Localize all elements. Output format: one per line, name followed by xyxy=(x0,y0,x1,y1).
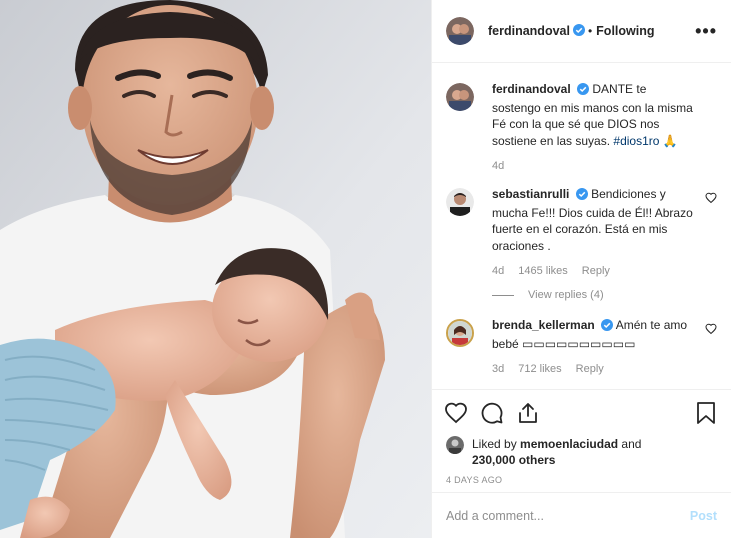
post-header: ferdinandoval • Following ••• xyxy=(432,0,731,63)
comment-reply-button[interactable]: Reply xyxy=(582,265,610,277)
likes-others[interactable]: 230,000 others xyxy=(472,453,555,467)
comment-like-heart-icon[interactable] xyxy=(705,192,717,207)
verified-badge-icon xyxy=(575,188,588,205)
liker-username[interactable]: memoenlaciudad xyxy=(520,437,618,451)
author-username[interactable]: ferdinandoval xyxy=(488,24,570,38)
caption-hashtag[interactable]: #dios1ro xyxy=(613,134,659,148)
following-button[interactable]: Following xyxy=(596,24,654,38)
comment-time[interactable]: 4d xyxy=(492,265,504,277)
comment-item: brenda_kellerman Amén te amo bebé ▭▭▭▭▭▭… xyxy=(446,317,717,375)
liker-avatar[interactable] xyxy=(446,436,464,454)
heart-icon[interactable] xyxy=(444,401,468,425)
caption-avatar[interactable] xyxy=(446,83,474,111)
more-options-icon[interactable]: ••• xyxy=(695,21,717,42)
comment-username[interactable]: sebastianrulli xyxy=(492,187,569,201)
comment-meta: 4d 1465 likes Reply xyxy=(492,265,697,277)
verified-badge-icon xyxy=(601,319,614,336)
post-side-panel: ferdinandoval • Following ••• ferdinando… xyxy=(431,0,731,538)
caption: ferdinandoval DANTE te sostengo en mis m… xyxy=(446,81,717,172)
post-photo[interactable] xyxy=(0,0,431,538)
comment-username[interactable]: brenda_kellerman xyxy=(492,318,595,332)
bookmark-icon[interactable] xyxy=(695,401,717,425)
caption-emoji: 🙏 xyxy=(662,133,678,148)
caption-text-block: ferdinandoval DANTE te sostengo en mis m… xyxy=(492,81,697,149)
verified-badge-icon xyxy=(577,83,590,100)
commenter-avatar[interactable] xyxy=(446,319,474,347)
share-icon[interactable] xyxy=(516,401,540,425)
photo-illustration xyxy=(0,0,431,538)
caption-time[interactable]: 4d xyxy=(492,160,504,172)
add-comment-bar: Post xyxy=(432,492,731,538)
comment-item: sebastianrulli Bendiciones y mucha Fe!!!… xyxy=(446,186,717,277)
comment-time[interactable]: 3d xyxy=(492,363,504,375)
comment-body: sebastianrulli Bendiciones y mucha Fe!!!… xyxy=(492,186,717,277)
author-avatar[interactable] xyxy=(446,17,474,45)
post-comment-button[interactable]: Post xyxy=(690,509,717,523)
comment-like-heart-icon[interactable] xyxy=(705,323,717,338)
comments-list[interactable]: ferdinandoval DANTE te sostengo en mis m… xyxy=(432,63,731,390)
comment-icon[interactable] xyxy=(480,401,504,425)
separator-dot: • xyxy=(587,24,593,38)
caption-meta: 4d xyxy=(492,160,697,172)
comment-input[interactable] xyxy=(446,508,690,523)
likes-text: Liked by memoenlaciudad and 230,000 othe… xyxy=(472,436,641,468)
comment-likes[interactable]: 1465 likes xyxy=(518,265,568,277)
likes-prefix: Liked by xyxy=(472,437,517,451)
action-bar xyxy=(432,390,731,436)
view-replies-label: View replies (4) xyxy=(528,289,604,301)
comment-text-block: brenda_kellerman Amén te amo bebé ▭▭▭▭▭▭… xyxy=(492,317,697,352)
comment-reply-button[interactable]: Reply xyxy=(576,363,604,375)
verified-badge-icon xyxy=(572,23,585,39)
post-date[interactable]: 4 DAYS AGO xyxy=(432,468,731,485)
view-replies-button[interactable]: View replies (4) xyxy=(492,289,717,301)
comment-body: brenda_kellerman Amén te amo bebé ▭▭▭▭▭▭… xyxy=(492,317,717,375)
caption-username[interactable]: ferdinandoval xyxy=(492,82,571,96)
comment-text-block: sebastianrulli Bendiciones y mucha Fe!!!… xyxy=(492,186,697,254)
caption-body: ferdinandoval DANTE te sostengo en mis m… xyxy=(492,81,717,172)
view-replies-line xyxy=(492,294,514,296)
comment-meta: 3d 712 likes Reply xyxy=(492,363,697,375)
comment-likes[interactable]: 712 likes xyxy=(518,363,561,375)
likes-joiner: and xyxy=(621,437,642,451)
commenter-avatar[interactable] xyxy=(446,188,474,216)
likes-summary: Liked by memoenlaciudad and 230,000 othe… xyxy=(432,436,731,468)
